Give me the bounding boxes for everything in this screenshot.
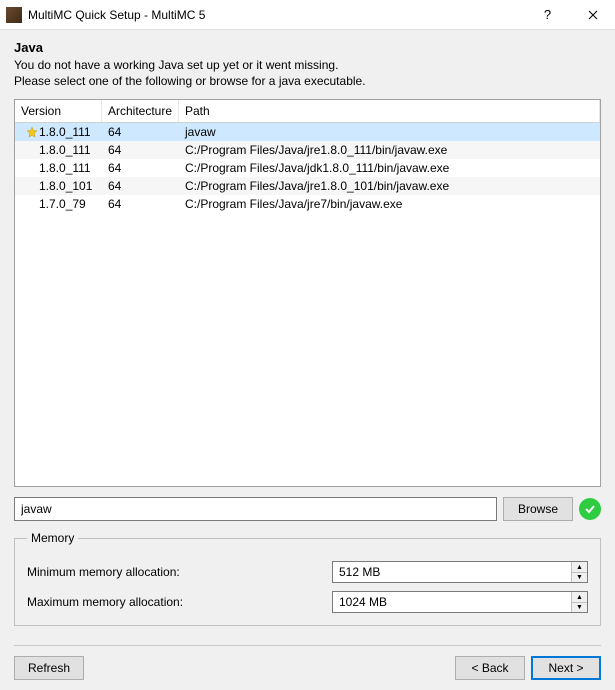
cell-path: C:/Program Files/Java/jre1.8.0_101/bin/j… <box>179 179 600 193</box>
close-icon <box>588 10 598 20</box>
min-memory-spinner[interactable]: ▲ ▼ <box>332 561 588 583</box>
cell-arch: 64 <box>102 161 179 175</box>
java-table: Version Architecture Path 1.8.0_11164jav… <box>14 99 601 487</box>
table-row[interactable]: 1.7.0_79 64C:/Program Files/Java/jre7/bin… <box>15 195 600 213</box>
help-button[interactable]: ? <box>525 0 570 30</box>
table-row[interactable]: 1.8.0_101 64C:/Program Files/Java/jre1.8.… <box>15 177 600 195</box>
col-header-path[interactable]: Path <box>179 100 600 122</box>
table-row[interactable]: 1.8.0_111 64javaw <box>15 123 600 141</box>
memory-legend: Memory <box>27 531 78 545</box>
status-ok-icon <box>579 498 601 520</box>
refresh-button[interactable]: Refresh <box>14 656 84 680</box>
cell-arch: 64 <box>102 179 179 193</box>
cell-version: 1.8.0_111 <box>37 161 91 175</box>
window-title: MultiMC Quick Setup - MultiMC 5 <box>28 8 525 22</box>
max-memory-up[interactable]: ▲ <box>572 592 587 603</box>
section-heading: Java <box>14 40 601 55</box>
min-memory-input[interactable] <box>333 562 571 582</box>
cell-version: 1.8.0_111 <box>37 143 91 157</box>
col-header-arch[interactable]: Architecture <box>102 100 179 122</box>
java-path-input[interactable] <box>14 497 497 521</box>
max-memory-label: Maximum memory allocation: <box>27 595 332 609</box>
memory-group: Memory Minimum memory allocation: ▲ ▼ Ma… <box>14 531 601 626</box>
cell-path: C:/Program Files/Java/jre1.8.0_111/bin/j… <box>179 143 600 157</box>
table-header: Version Architecture Path <box>15 100 600 123</box>
cell-version: 1.7.0_79 <box>37 197 86 211</box>
footer: Refresh < Back Next > <box>14 645 601 680</box>
table-row[interactable]: 1.8.0_111 64C:/Program Files/Java/jdk1.8.… <box>15 159 600 177</box>
app-icon <box>6 7 22 23</box>
min-memory-down[interactable]: ▼ <box>572 573 587 583</box>
cell-version: 1.8.0_111 <box>37 125 91 139</box>
cell-arch: 64 <box>102 197 179 211</box>
titlebar: MultiMC Quick Setup - MultiMC 5 ? <box>0 0 615 30</box>
cell-version: 1.8.0_101 <box>37 179 92 193</box>
browse-button[interactable]: Browse <box>503 497 573 521</box>
cell-path: C:/Program Files/Java/jre7/bin/javaw.exe <box>179 197 600 211</box>
max-memory-spinner[interactable]: ▲ ▼ <box>332 591 588 613</box>
max-memory-down[interactable]: ▼ <box>572 603 587 613</box>
back-button[interactable]: < Back <box>455 656 525 680</box>
table-row[interactable]: 1.8.0_111 64C:/Program Files/Java/jre1.8.… <box>15 141 600 159</box>
col-header-version[interactable]: Version <box>15 100 102 122</box>
next-button[interactable]: Next > <box>531 656 601 680</box>
section-subtext: You do not have a working Java set up ye… <box>14 57 601 89</box>
min-memory-label: Minimum memory allocation: <box>27 565 332 579</box>
max-memory-input[interactable] <box>333 592 571 612</box>
cell-arch: 64 <box>102 125 179 139</box>
cell-arch: 64 <box>102 143 179 157</box>
cell-path: javaw <box>179 125 600 139</box>
min-memory-up[interactable]: ▲ <box>572 562 587 573</box>
cell-path: C:/Program Files/Java/jdk1.8.0_111/bin/j… <box>179 161 600 175</box>
close-button[interactable] <box>570 0 615 30</box>
